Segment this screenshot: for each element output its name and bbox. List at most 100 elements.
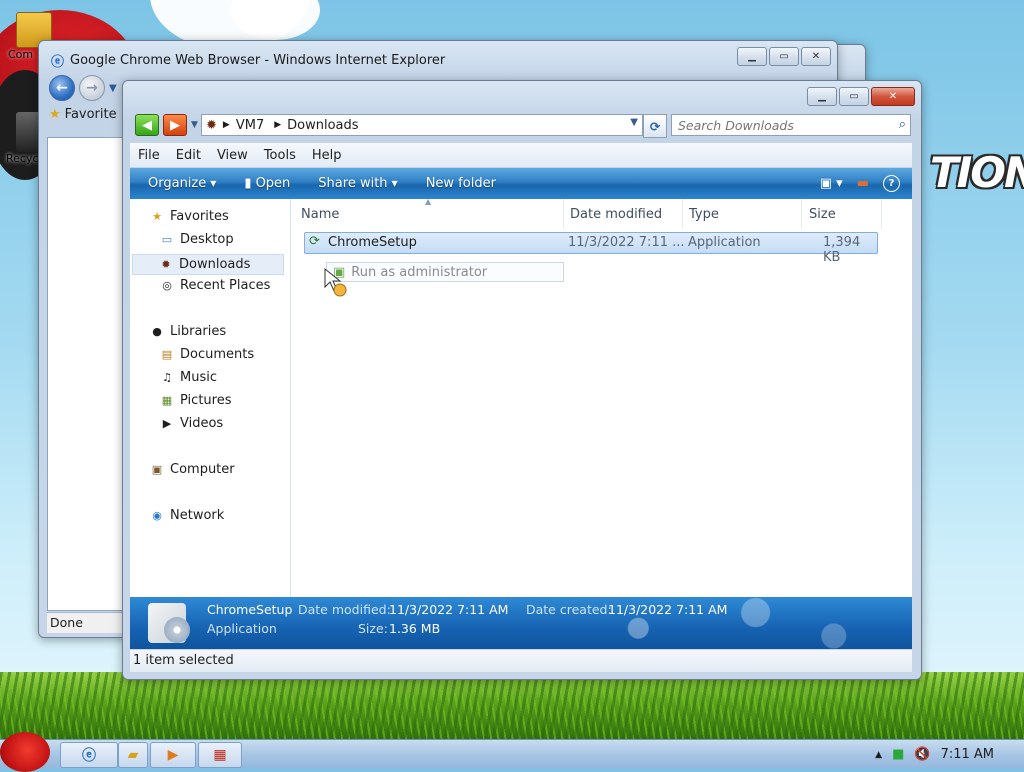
taskbar: ⓔ ▰ ▶ ▦ ▲ ■ 🔇 7:11 AM <box>0 732 1024 772</box>
nav-libraries[interactable]: ● Libraries <box>150 324 226 339</box>
nav-label: Recent Places <box>180 278 271 293</box>
menu-view[interactable]: View <box>209 148 256 163</box>
favorites-button[interactable]: Favorite <box>65 107 117 122</box>
taskbar-app[interactable]: ▦ <box>198 742 242 768</box>
nav-label: Videos <box>180 416 224 431</box>
back-button[interactable]: ← <box>49 75 75 101</box>
explorer-window[interactable]: ▁ ▭ ✕ ◀ ▶ ▼ ✹ ▶ VM7 ▶ Downloads ▼ ⟳ ⌕ Fi… <box>122 80 922 680</box>
new-folder-button[interactable]: New folder <box>412 176 510 191</box>
music-icon: ♫ <box>162 371 172 384</box>
taskbar-media-player[interactable]: ▶ <box>150 742 196 768</box>
open-button[interactable]: ▮ Open <box>230 176 304 191</box>
taskbar-internet-explorer[interactable]: ⓔ <box>60 742 118 768</box>
details-date-created-label: Date created: <box>526 602 612 617</box>
details-size: 1.36 MB <box>389 621 441 636</box>
breadcrumb-separator-icon[interactable]: ▶ <box>223 120 230 130</box>
nav-label: Documents <box>180 347 255 362</box>
close-button[interactable]: ✕ <box>801 47 831 66</box>
file-row[interactable]: ⟳ ChromeSetup 11/3/2022 7:11 ... Applica… <box>304 232 878 265</box>
nav-label: Libraries <box>170 324 227 339</box>
address-history-dropdown-icon[interactable]: ▼ <box>630 117 638 128</box>
nav-label: Favorites <box>170 209 229 224</box>
nav-desktop[interactable]: ▭ Desktop <box>160 232 234 247</box>
breadcrumb-vm7[interactable]: VM7 <box>236 118 264 133</box>
column-header-type[interactable]: Type <box>689 199 802 229</box>
back-button[interactable]: ◀ <box>135 114 159 136</box>
clock[interactable]: 7:11 AM <box>941 747 994 762</box>
search-icon[interactable]: ⌕ <box>899 117 906 132</box>
taskbar-explorer[interactable]: ▰ <box>118 742 148 768</box>
navigation-pane: ★ Favorites ▭ Desktop ✹ Downloads ◎ Rece… <box>130 199 291 597</box>
forward-button[interactable]: ▶ <box>163 114 187 136</box>
ie-window-title: Google Chrome Web Browser - Windows Inte… <box>70 53 446 68</box>
command-bar: Organize ▼ ▮ Open Share with ▼ New folde… <box>130 168 912 199</box>
nav-label: Desktop <box>180 232 234 247</box>
videos-icon: ▶ <box>162 417 172 430</box>
maximize-button[interactable]: ▭ <box>769 47 799 66</box>
maximize-button[interactable]: ▭ <box>839 87 869 106</box>
chevron-down-icon[interactable]: ▼ <box>109 83 117 94</box>
forward-button[interactable]: → <box>79 75 105 101</box>
app-icon: ▦ <box>213 747 227 763</box>
change-view-icon[interactable]: ▣ ▾ <box>820 176 843 191</box>
details-date-modified: 11/3/2022 7:11 AM <box>389 602 509 617</box>
desktop-icon-recycle-bin[interactable]: Recyc <box>6 112 42 165</box>
file-name: ChromeSetup <box>328 235 417 250</box>
nav-videos[interactable]: ▶ Videos <box>160 416 223 431</box>
nav-network[interactable]: ◉ Network <box>150 508 224 523</box>
menu-tools[interactable]: Tools <box>256 148 304 163</box>
menu-help[interactable]: Help <box>304 148 350 163</box>
close-button[interactable]: ✕ <box>871 87 915 106</box>
system-tray: ▲ ■ 🔇 7:11 AM <box>875 740 1024 769</box>
nav-label: Network <box>170 508 225 523</box>
volume-muted-icon[interactable]: 🔇 <box>914 747 930 762</box>
desktop-icon-label: Com <box>8 48 34 61</box>
show-hidden-icons-icon[interactable]: ▲ <box>875 750 882 760</box>
details-date-created: 11/3/2022 7:11 AM <box>608 602 728 617</box>
nav-pictures[interactable]: ▦ Pictures <box>160 393 232 408</box>
location-icon: ✹ <box>206 117 217 133</box>
chevron-down-icon: ▼ <box>391 179 398 188</box>
breadcrumb-separator-icon[interactable]: ▶ <box>274 120 281 130</box>
refresh-button[interactable]: ⟳ <box>643 114 667 138</box>
details-pane: ChromeSetup Application Date modified: 1… <box>130 597 912 649</box>
preview-pane-icon[interactable]: ▬ <box>857 176 869 191</box>
explorer-status-bar: 1 item selected <box>130 650 912 672</box>
chevron-down-icon: ▼ <box>210 179 217 188</box>
menu-edit[interactable]: Edit <box>168 148 209 163</box>
details-file-type: Application <box>207 621 277 636</box>
desktop-icon: ▭ <box>161 233 173 246</box>
address-bar[interactable]: ✹ ▶ VM7 ▶ Downloads ▼ <box>201 114 643 136</box>
share-with-label: Share with <box>318 176 388 191</box>
nav-computer[interactable]: ▣ Computer <box>150 462 235 477</box>
search-input[interactable] <box>676 115 880 135</box>
nav-downloads[interactable]: ✹ Downloads <box>132 254 284 275</box>
explorer-nav-buttons: ◀ ▶ ▼ <box>135 114 198 136</box>
nav-favorites[interactable]: ★ Favorites <box>150 209 229 224</box>
nav-documents[interactable]: ▤ Documents <box>160 347 254 362</box>
minimize-button[interactable]: ▁ <box>737 47 767 66</box>
nav-label: Music <box>180 370 217 385</box>
start-button[interactable] <box>0 732 50 772</box>
recent-pages-icon[interactable]: ▼ <box>191 120 198 130</box>
sort-arrow-icon: ▲ <box>425 197 432 206</box>
organize-button[interactable]: Organize ▼ <box>130 176 230 191</box>
nav-music[interactable]: ♫ Music <box>160 370 217 385</box>
ie-logo-icon: ⓔ <box>82 748 96 764</box>
menu-file[interactable]: File <box>130 148 168 163</box>
run-as-administrator-hint[interactable]: ▣ Run as administrator <box>326 262 564 282</box>
nav-recent-places[interactable]: ◎ Recent Places <box>160 278 270 293</box>
share-with-button[interactable]: Share with ▼ <box>304 176 411 191</box>
explorer-window-controls: ▁ ▭ ✕ <box>807 87 915 106</box>
breadcrumb-downloads[interactable]: Downloads <box>287 118 358 133</box>
minimize-button[interactable]: ▁ <box>807 87 837 106</box>
help-icon[interactable]: ? <box>883 175 900 192</box>
column-header-label: Type <box>689 206 719 222</box>
column-header-date-modified[interactable]: Date modified <box>570 199 683 229</box>
star-icon: ★ <box>49 107 61 122</box>
desktop-icon-label: Recyc <box>6 152 39 165</box>
column-header-size[interactable]: Size <box>809 199 882 229</box>
network-status-icon[interactable]: ■ <box>892 747 904 762</box>
file-list: Name ▲ Date modified Type Size ⟳ ChromeS… <box>291 197 912 597</box>
column-header-name[interactable]: Name ▲ <box>301 197 564 229</box>
